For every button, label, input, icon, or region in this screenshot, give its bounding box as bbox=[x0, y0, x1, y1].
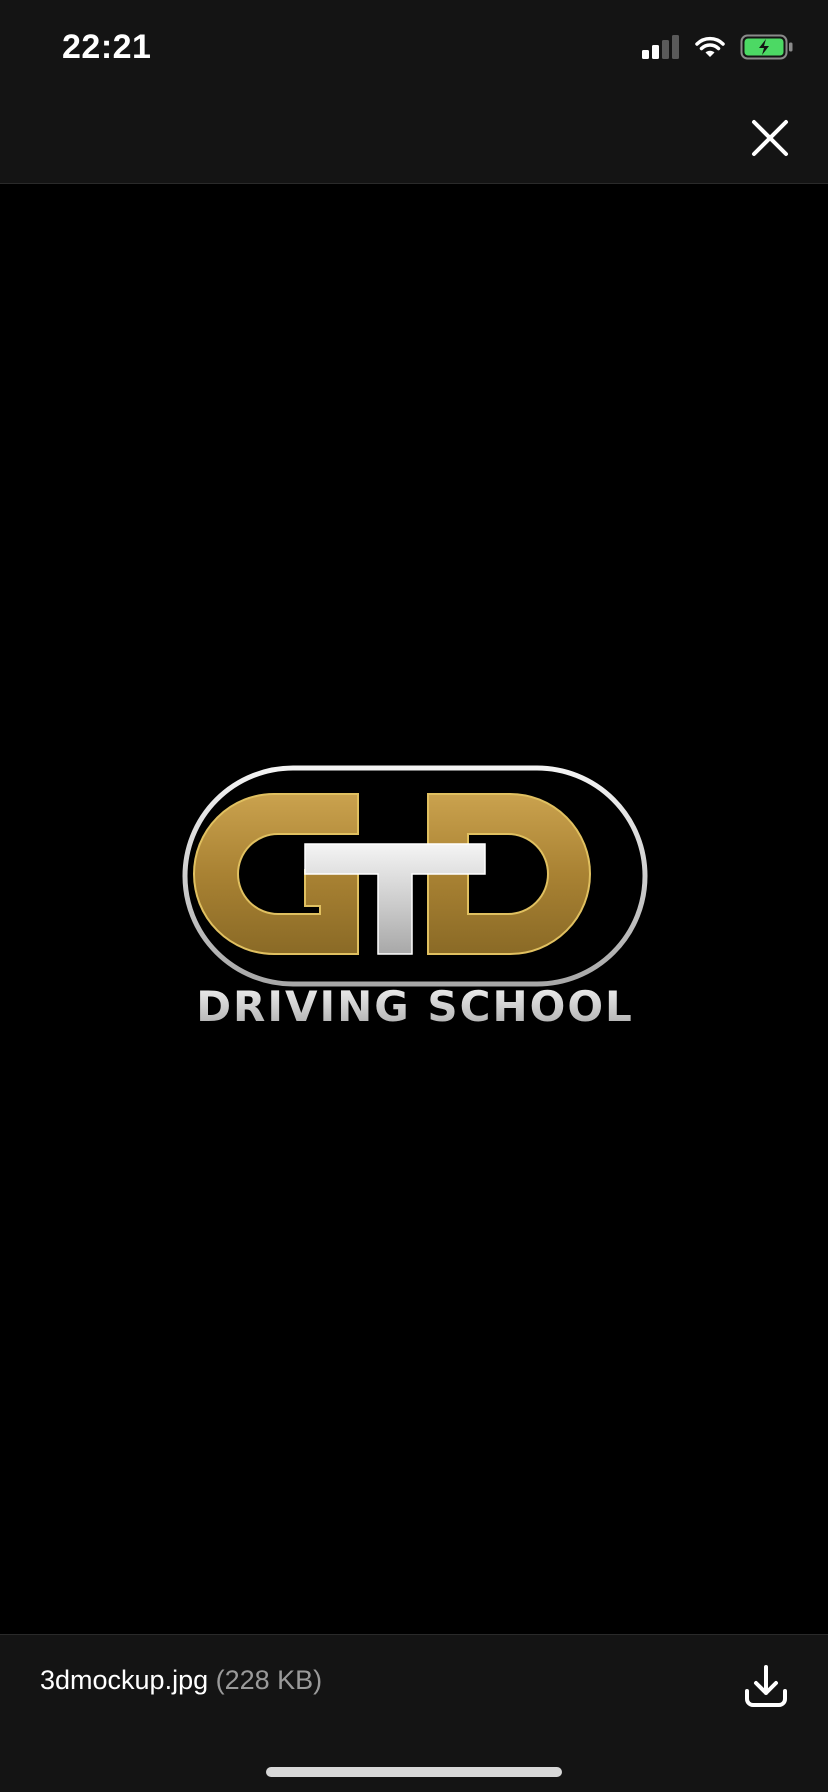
close-button[interactable] bbox=[742, 110, 798, 166]
file-size: (228 KB) bbox=[215, 1665, 323, 1695]
status-bar: 22:21 bbox=[0, 0, 828, 92]
cellular-signal-icon bbox=[642, 35, 680, 64]
viewer-bottom-bar: 3dmockup.jpg (228 KB) bbox=[0, 1634, 828, 1792]
download-icon bbox=[745, 1665, 787, 1707]
status-time: 22:21 bbox=[62, 28, 152, 66]
status-icons bbox=[642, 34, 794, 65]
file-info: 3dmockup.jpg (228 KB) bbox=[40, 1665, 322, 1696]
image-viewer: DRIVING SCHOOL bbox=[0, 184, 828, 1634]
viewer-top-bar bbox=[0, 92, 828, 184]
download-button[interactable] bbox=[734, 1655, 798, 1719]
wifi-icon bbox=[694, 35, 726, 64]
home-indicator[interactable] bbox=[266, 1767, 562, 1777]
file-name: 3dmockup.jpg bbox=[40, 1665, 209, 1695]
logo-tagline: DRIVING SCHOOL bbox=[196, 982, 634, 1026]
battery-charging-icon bbox=[740, 34, 794, 65]
gtd-driving-school-logo: DRIVING SCHOOL bbox=[182, 765, 648, 1026]
close-icon bbox=[752, 120, 788, 156]
